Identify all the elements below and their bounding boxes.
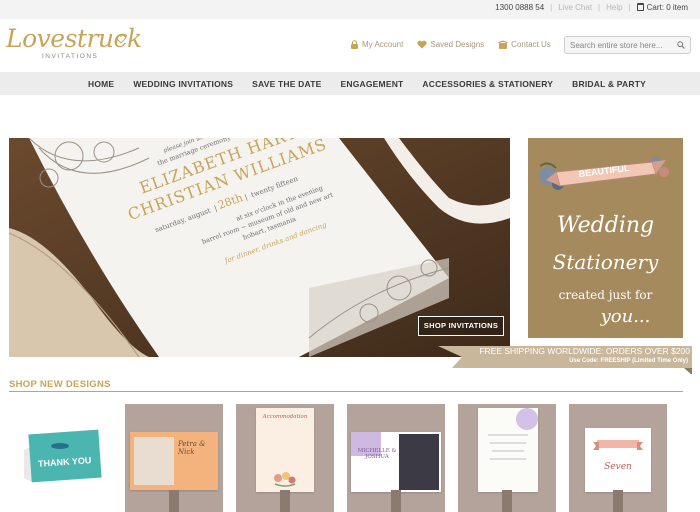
stationery-promo[interactable]: BEAUTIFUL Wedding Stationery created jus… — [528, 138, 683, 338]
search-input[interactable] — [570, 39, 675, 51]
invite-date-num: 28th — [216, 191, 245, 212]
phone-icon — [498, 40, 509, 49]
promo-line-you: you... — [600, 306, 651, 327]
free-shipping-ribbon: FREE SHIPPING WORLDWIDE: ORDERS OVER $20… — [438, 344, 692, 374]
text-line — [492, 450, 524, 452]
product-image: MICHELLE & JOSHUA — [351, 432, 441, 492]
site-header: Lovestruck INVITATIONS My Account Saved … — [0, 19, 700, 71]
help-link[interactable]: Help — [606, 3, 622, 12]
section-divider — [9, 391, 683, 392]
cart-icon — [636, 3, 644, 11]
product-card[interactable]: Petra & Nick — [125, 404, 223, 512]
site-logo[interactable]: Lovestruck INVITATIONS — [6, 24, 142, 65]
saved-designs-link[interactable]: Saved Designs — [417, 40, 484, 49]
product-card[interactable]: Seven — [569, 404, 667, 512]
nav-item-engagement[interactable]: ENGAGEMENT — [341, 79, 404, 89]
card-names: MICHELLE & JOSHUA — [357, 448, 397, 460]
card-stand — [391, 490, 401, 512]
text-line — [488, 434, 528, 436]
promo-line-stationery: Stationery — [552, 250, 659, 274]
cart-label: Cart: 0 item — [646, 3, 688, 12]
shop-invitations-button[interactable]: SHOP INVITATIONS — [418, 316, 504, 336]
logo-heart-icon — [116, 34, 126, 44]
my-account-link[interactable]: My Account — [350, 40, 403, 49]
saved-designs-label: Saved Designs — [430, 40, 485, 49]
heart-icon — [417, 40, 427, 49]
shipping-code: Use Code: FREESHIP (Limited Time Only) — [569, 358, 688, 364]
promo-line-wedding: Wedding — [556, 213, 655, 238]
text-line — [490, 458, 526, 460]
flowers-icon — [274, 472, 296, 487]
product-card[interactable] — [458, 404, 556, 512]
shipping-headline: FREE SHIPPING WORLDWIDE: ORDERS OVER $20… — [479, 346, 690, 356]
search-box — [564, 36, 691, 54]
header-links: My Account Saved Designs Contact Us — [350, 40, 551, 49]
phone-number: 1300 0888 54 — [495, 3, 545, 12]
nav-item-save-the-date[interactable]: SAVE THE DATE — [252, 79, 321, 89]
nav-item-wedding-invitations[interactable]: WEDDING INVITATIONS — [133, 79, 233, 89]
card-names: Petra & Nick — [178, 440, 206, 456]
product-thank-you-card[interactable] — [20, 428, 104, 484]
nav-item-accessories-stationery[interactable]: ACCESSORIES & STATIONERY — [422, 79, 553, 89]
product-image: Accommodation — [256, 408, 314, 492]
separator: | — [550, 3, 553, 12]
couple-photo — [399, 434, 439, 490]
my-account-label: My Account — [362, 40, 404, 49]
utility-links: 1300 0888 54 | Live Chat | Help | Cart: … — [495, 3, 688, 12]
ribbon-banner-graphic — [593, 440, 643, 450]
couple-photo — [134, 437, 174, 485]
product-card[interactable]: Accommodation — [236, 404, 334, 512]
main-navigation: HOME WEDDING INVITATIONS SAVE THE DATE E… — [0, 72, 700, 95]
card-word: Seven — [604, 462, 632, 472]
logo-subtitle: INVITATIONS — [42, 53, 99, 60]
watercolor-splash — [516, 408, 538, 430]
section-title: SHOP NEW DESIGNS — [9, 379, 111, 390]
product-image: Seven — [585, 428, 651, 492]
search-icon[interactable] — [677, 41, 685, 49]
card-stand — [169, 490, 179, 512]
separator: | — [628, 3, 631, 12]
product-image — [478, 408, 538, 492]
nav-item-bridal-party[interactable]: BRIDAL & PARTY — [572, 79, 646, 89]
card-title: Accommodation — [262, 414, 308, 420]
contact-us-label: Contact Us — [511, 40, 551, 49]
product-image: Petra & Nick — [130, 432, 218, 490]
text-line — [490, 442, 526, 444]
separator: | — [598, 3, 601, 12]
top-utility-bar: 1300 0888 54 | Live Chat | Help | Cart: … — [0, 0, 700, 19]
card-stand — [502, 490, 512, 512]
nav-item-home[interactable]: HOME — [88, 79, 114, 89]
card-stand — [280, 490, 290, 512]
lock-icon — [351, 40, 358, 49]
card-stand — [613, 490, 623, 512]
logo-script: Lovestruck — [6, 24, 142, 53]
contact-us-link[interactable]: Contact Us — [498, 40, 551, 49]
cart-link[interactable]: Cart: 0 item — [636, 3, 688, 12]
live-chat-link[interactable]: Live Chat — [558, 3, 592, 12]
product-card[interactable]: MICHELLE & JOSHUA — [347, 404, 445, 512]
promo-line-created: created just for — [558, 288, 653, 302]
